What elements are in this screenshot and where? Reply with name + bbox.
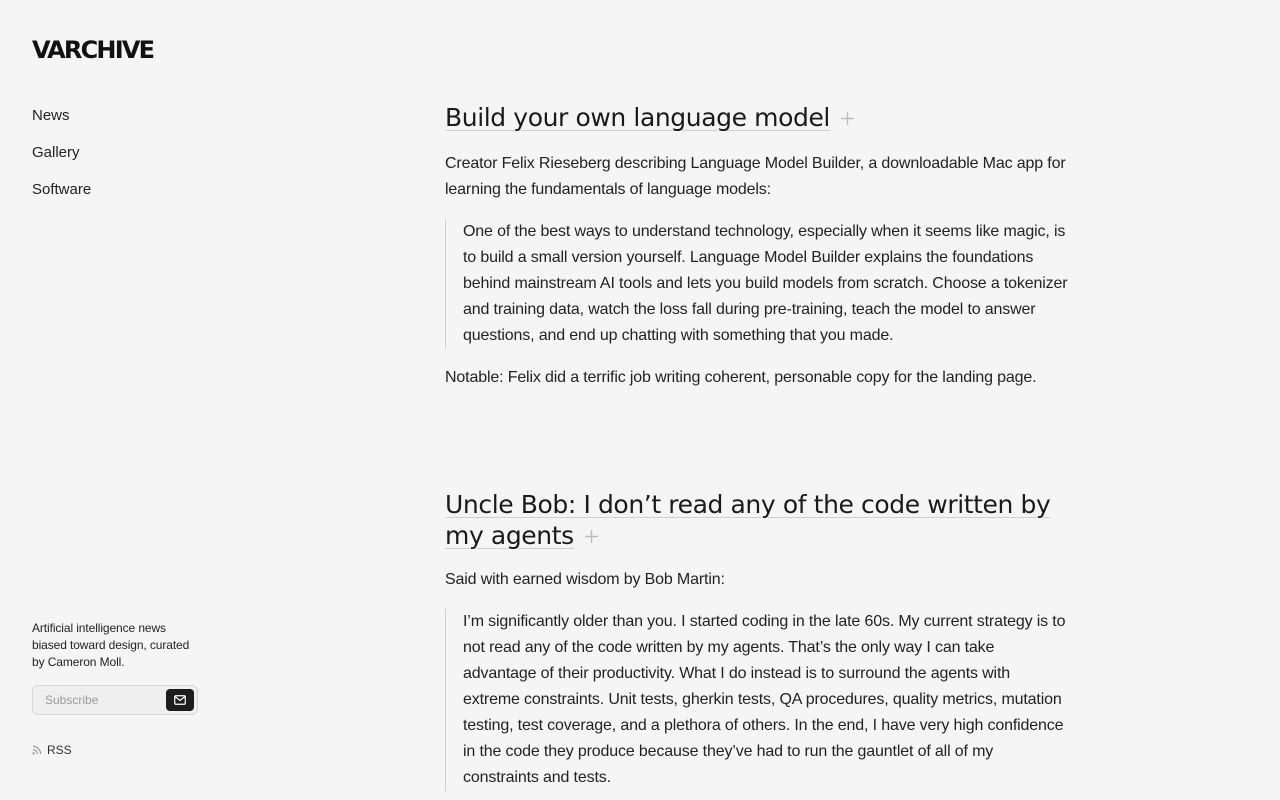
post-quote: I’m significantly older than you. I star… bbox=[445, 608, 1070, 791]
sidebar-footer: Artificial intelligence news biased towa… bbox=[32, 620, 202, 757]
subscribe-form bbox=[32, 685, 198, 715]
post-intro: Creator Felix Rieseberg describing Langu… bbox=[445, 154, 1066, 198]
post-intro: Said with earned wisdom by Bob Martin: bbox=[445, 570, 725, 588]
mail-icon bbox=[174, 695, 186, 705]
permalink-plus-icon[interactable] bbox=[584, 520, 599, 551]
post-title-link[interactable]: Uncle Bob: I don’t read any of the code … bbox=[445, 490, 1051, 550]
nav-item-software[interactable]: Software bbox=[32, 180, 91, 200]
subscribe-button[interactable] bbox=[166, 689, 194, 711]
site-tagline: Artificial intelligence news biased towa… bbox=[32, 621, 190, 669]
post: Build your own language model Creator Fe… bbox=[445, 102, 1070, 391]
post-note: Notable: Felix did a terrific job writin… bbox=[445, 368, 1037, 386]
rss-label: RSS bbox=[47, 743, 72, 757]
main-nav: News Gallery Software bbox=[32, 106, 91, 217]
post: Uncle Bob: I don’t read any of the code … bbox=[445, 489, 1070, 791]
subscribe-input[interactable] bbox=[34, 687, 164, 713]
rss-icon bbox=[32, 745, 42, 755]
nav-item-gallery[interactable]: Gallery bbox=[32, 143, 91, 163]
site-logo[interactable]: VARCHIVE bbox=[32, 37, 155, 63]
rss-link[interactable]: RSS bbox=[32, 743, 202, 757]
sidebar: VARCHIVE News Gallery Software Artificia… bbox=[0, 0, 240, 800]
post-title-link[interactable]: Build your own language model bbox=[445, 103, 830, 132]
post-title: Uncle Bob: I don’t read any of the code … bbox=[445, 489, 1070, 553]
post-title: Build your own language model bbox=[445, 102, 1070, 135]
nav-item-news[interactable]: News bbox=[32, 106, 91, 126]
post-quote: One of the best ways to understand techn… bbox=[445, 218, 1070, 349]
permalink-plus-icon[interactable] bbox=[840, 102, 855, 133]
